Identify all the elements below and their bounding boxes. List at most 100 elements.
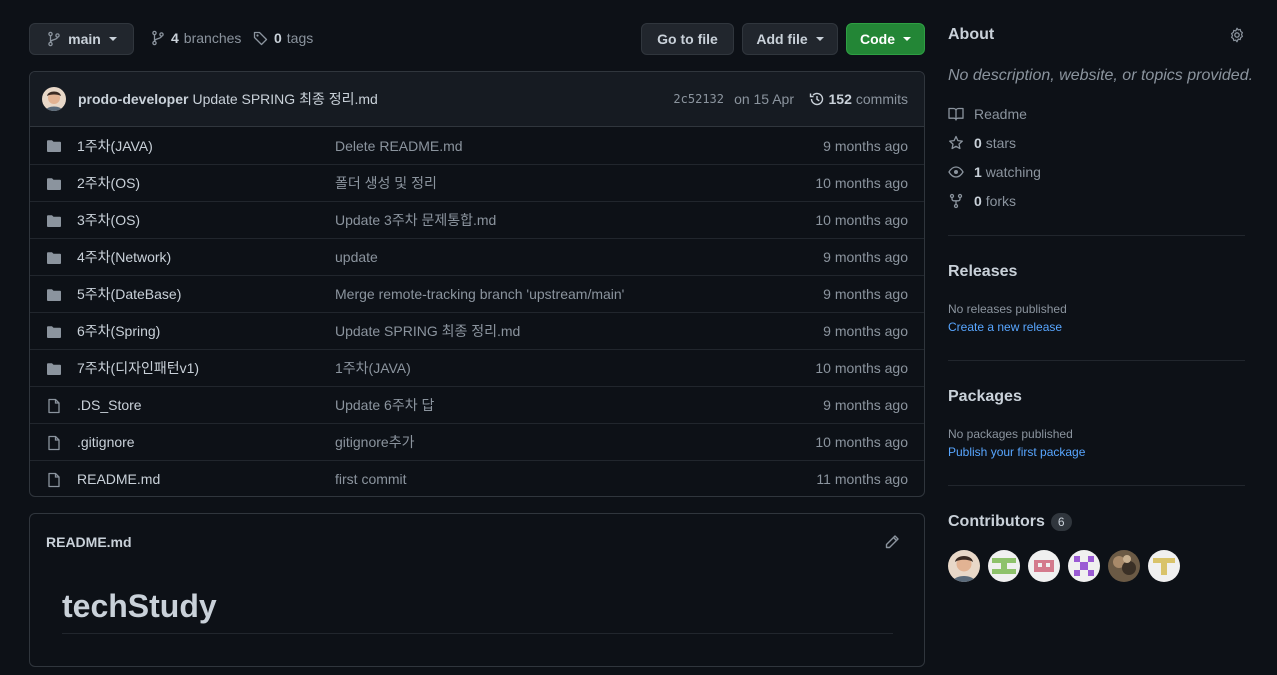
file-name[interactable]: 1주차(JAVA) — [77, 136, 153, 156]
file-commit-message[interactable]: 1주차(JAVA) — [335, 358, 411, 378]
file-commit-message[interactable]: Update 6주차 답 — [335, 395, 434, 415]
readme-filename[interactable]: README.md — [46, 534, 132, 550]
file-row[interactable]: 3주차(OS) Update 3주차 문제통합.md 10 months ago — [30, 201, 924, 238]
stars-label: stars — [985, 135, 1017, 151]
eye-icon — [948, 166, 964, 178]
file-age: 10 months ago — [815, 212, 908, 228]
file-commit-message[interactable]: Merge remote-tracking branch 'upstream/m… — [335, 286, 624, 302]
tags-link[interactable]: 0 tags — [253, 30, 313, 46]
folder-icon — [46, 324, 62, 343]
file-row[interactable]: 1주차(JAVA) Delete README.md 9 months ago — [30, 127, 924, 164]
file-name[interactable]: 7주차(디자인패턴v1) — [77, 358, 199, 378]
file-commit-message[interactable]: first commit — [335, 471, 407, 487]
file-name[interactable]: 6주차(Spring) — [77, 321, 160, 341]
about-description: No description, website, or topics provi… — [948, 67, 1254, 84]
about-title: About — [948, 26, 995, 43]
file-row[interactable]: 6주차(Spring) Update SPRING 최종 정리.md 9 month… — [30, 312, 924, 349]
branches-link[interactable]: 4 branches — [150, 30, 241, 46]
file-name[interactable]: .DS_Store — [77, 397, 142, 413]
file-row[interactable]: .DS_Store Update 6주차 답 9 months ago — [30, 386, 924, 423]
file-icon — [46, 472, 62, 491]
branches-count: 4 — [171, 30, 179, 46]
file-name[interactable]: .gitignore — [77, 434, 135, 450]
go-to-file-label: Go to file — [657, 31, 718, 47]
commits-link[interactable]: 152 commits — [809, 91, 908, 107]
watching-link[interactable]: 1 watching — [948, 164, 1041, 180]
file-row[interactable]: README.md first commit 11 months ago — [30, 460, 924, 496]
tags-label: tags — [286, 30, 314, 46]
contributors-title[interactable]: Contributors 6 — [948, 513, 1072, 531]
file-name[interactable]: 5주차(DateBase) — [77, 284, 181, 304]
pencil-icon[interactable] — [884, 534, 900, 550]
code-button[interactable]: Code — [846, 23, 925, 55]
file-age: 10 months ago — [815, 175, 908, 191]
file-age: 9 months ago — [823, 323, 908, 339]
sidebar-divider — [948, 360, 1245, 361]
stars-count: 0 — [974, 135, 982, 151]
chevron-down-icon — [108, 37, 117, 41]
file-age: 10 months ago — [815, 360, 908, 376]
code-label: Code — [860, 31, 895, 47]
file-commit-message[interactable]: Update SPRING 최종 정리.md — [335, 321, 520, 341]
branch-select-button[interactable]: main — [29, 23, 134, 55]
commit-message[interactable]: Update SPRING 최종 정리.md — [192, 89, 377, 109]
file-rows: 1주차(JAVA) Delete README.md 9 months ago 2주차… — [30, 127, 924, 496]
packages-title[interactable]: Packages — [948, 388, 1022, 406]
publish-package-link[interactable]: Publish your first package — [948, 445, 1085, 459]
sidebar-divider — [948, 235, 1245, 236]
releases-empty: No releases published — [948, 302, 1067, 316]
file-age: 9 months ago — [823, 249, 908, 265]
commit-author[interactable]: prodo-developer — [78, 91, 188, 107]
file-name[interactable]: 2주차(OS) — [77, 173, 140, 193]
file-row[interactable]: 4주차(Network) update 9 months ago — [30, 238, 924, 275]
file-row[interactable]: 5주차(DateBase) Merge remote-tracking branc… — [30, 275, 924, 312]
file-commit-message[interactable]: Update 3주차 문제통합.md — [335, 210, 496, 230]
file-commit-message[interactable]: update — [335, 249, 378, 265]
add-file-button[interactable]: Add file — [742, 23, 838, 55]
forks-count: 0 — [974, 193, 982, 209]
releases-title[interactable]: Releases — [948, 263, 1017, 281]
file-name[interactable]: 4주차(Network) — [77, 247, 171, 267]
author-avatar[interactable] — [42, 87, 66, 111]
tag-icon — [253, 31, 268, 46]
star-icon — [949, 135, 963, 150]
file-name[interactable]: README.md — [77, 471, 160, 487]
contributor-avatar[interactable] — [1148, 550, 1180, 582]
forks-link[interactable]: 0 forks — [948, 193, 1016, 209]
file-row[interactable]: .gitignore gitignore추가 10 months ago — [30, 423, 924, 460]
contributor-avatar[interactable] — [1028, 550, 1060, 582]
git-branch-icon — [152, 30, 164, 46]
go-to-file-button[interactable]: Go to file — [641, 23, 734, 55]
file-commit-message[interactable]: gitignore추가 — [335, 432, 414, 452]
readme-heading: techStudy — [62, 588, 217, 624]
file-age: 10 months ago — [815, 434, 908, 450]
file-list: prodo-developer Update SPRING 최종 정리.md 2… — [29, 71, 925, 497]
contributor-avatar[interactable] — [948, 550, 980, 582]
forks-label: forks — [985, 193, 1017, 209]
file-row[interactable]: 2주차(OS) 폴더 생성 및 정리 10 months ago — [30, 164, 924, 201]
stars-link[interactable]: 0 stars — [948, 135, 1016, 151]
contributors-count-badge: 6 — [1050, 513, 1072, 531]
chevron-down-icon — [815, 37, 824, 41]
create-release-link[interactable]: Create a new release — [948, 320, 1062, 334]
file-name[interactable]: 3주차(OS) — [77, 210, 140, 230]
commits-label: commits — [855, 91, 908, 107]
contributor-avatar[interactable] — [1068, 550, 1100, 582]
file-age: 9 months ago — [823, 286, 908, 302]
file-age: 9 months ago — [823, 397, 908, 413]
gear-icon[interactable] — [1229, 27, 1245, 43]
folder-icon — [46, 287, 62, 306]
commit-sha[interactable]: 2c52132 — [673, 92, 724, 106]
fork-icon — [949, 193, 963, 209]
folder-icon — [46, 361, 62, 380]
file-commit-message[interactable]: 폴더 생성 및 정리 — [335, 173, 437, 193]
commit-date: on 15 Apr — [734, 91, 794, 107]
file-commit-message[interactable]: Delete README.md — [335, 138, 463, 154]
contributor-avatar[interactable] — [988, 550, 1020, 582]
file-row[interactable]: 7주차(디자인패턴v1) 1주차(JAVA) 10 months ago — [30, 349, 924, 386]
readme-panel: README.md techStudy — [29, 513, 925, 667]
readme-link[interactable]: Readme — [948, 106, 1027, 122]
contributor-avatar[interactable] — [1108, 550, 1140, 582]
latest-commit-bar: prodo-developer Update SPRING 최종 정리.md 2… — [30, 72, 924, 127]
tags-count: 0 — [274, 30, 282, 46]
